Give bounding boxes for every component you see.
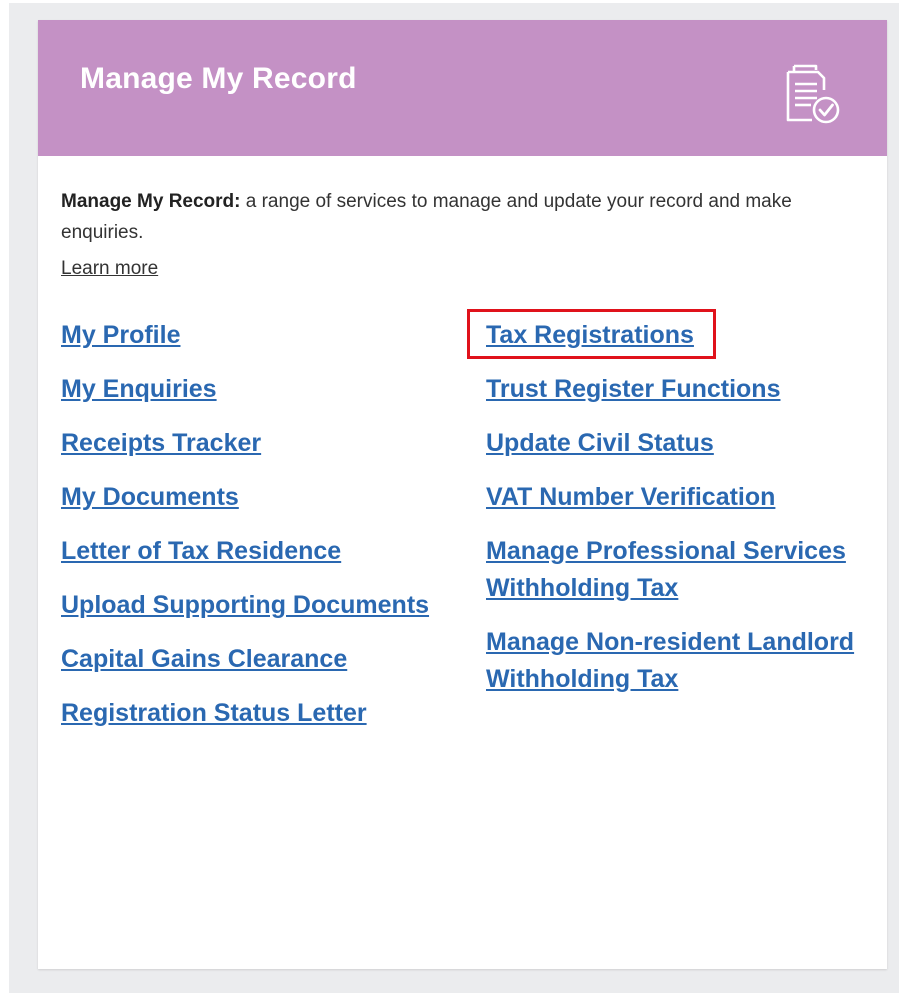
- link-my-documents[interactable]: My Documents: [61, 479, 429, 516]
- link-letter-of-tax-residence[interactable]: Letter of Tax Residence: [61, 533, 429, 570]
- description-bold-label: Manage My Record:: [61, 191, 241, 212]
- card-header: Manage My Record: [38, 20, 887, 156]
- document-check-icon: [782, 60, 844, 126]
- list-item: Manage Non-resident Landlord Withholding…: [486, 624, 866, 715]
- card-description: Manage My Record: a range of services to…: [61, 186, 841, 248]
- link-registration-status-letter[interactable]: Registration Status Letter: [61, 695, 429, 732]
- link-upload-supporting-documents[interactable]: Upload Supporting Documents: [61, 587, 429, 624]
- link-vat-number-verification[interactable]: VAT Number Verification: [486, 479, 866, 516]
- link-capital-gains-clearance[interactable]: Capital Gains Clearance: [61, 641, 429, 678]
- list-item: Letter of Tax Residence: [61, 533, 429, 587]
- service-links-left: My Profile My Enquiries Receipts Tracker…: [61, 317, 429, 749]
- list-item: My Profile: [61, 317, 429, 371]
- service-links-right: Tax Registrations Trust Register Functio…: [486, 317, 866, 715]
- link-manage-professional-services-withholding-tax[interactable]: Manage Professional Services Withholding…: [486, 533, 866, 607]
- list-item: My Enquiries: [61, 371, 429, 425]
- link-receipts-tracker[interactable]: Receipts Tracker: [61, 425, 429, 462]
- link-manage-non-resident-landlord-withholding-tax[interactable]: Manage Non-resident Landlord Withholding…: [486, 624, 866, 698]
- list-item: Registration Status Letter: [61, 695, 429, 749]
- manage-my-record-card: Manage My Record Manage My Record: a ran…: [38, 20, 887, 969]
- card-title: Manage My Record: [80, 62, 357, 95]
- link-my-enquiries[interactable]: My Enquiries: [61, 371, 429, 408]
- list-item: Trust Register Functions: [486, 371, 866, 425]
- list-item: Update Civil Status: [486, 425, 866, 479]
- link-trust-register-functions[interactable]: Trust Register Functions: [486, 371, 866, 408]
- link-tax-registrations[interactable]: Tax Registrations: [486, 317, 866, 354]
- learn-more-link[interactable]: Learn more: [61, 258, 158, 280]
- list-item: Upload Supporting Documents: [61, 587, 429, 641]
- list-item: VAT Number Verification: [486, 479, 866, 533]
- link-update-civil-status[interactable]: Update Civil Status: [486, 425, 866, 462]
- list-item: My Documents: [61, 479, 429, 533]
- list-item: Capital Gains Clearance: [61, 641, 429, 695]
- list-item: Tax Registrations: [486, 317, 866, 371]
- list-item: Receipts Tracker: [61, 425, 429, 479]
- list-item: Manage Professional Services Withholding…: [486, 533, 866, 624]
- link-my-profile[interactable]: My Profile: [61, 317, 429, 354]
